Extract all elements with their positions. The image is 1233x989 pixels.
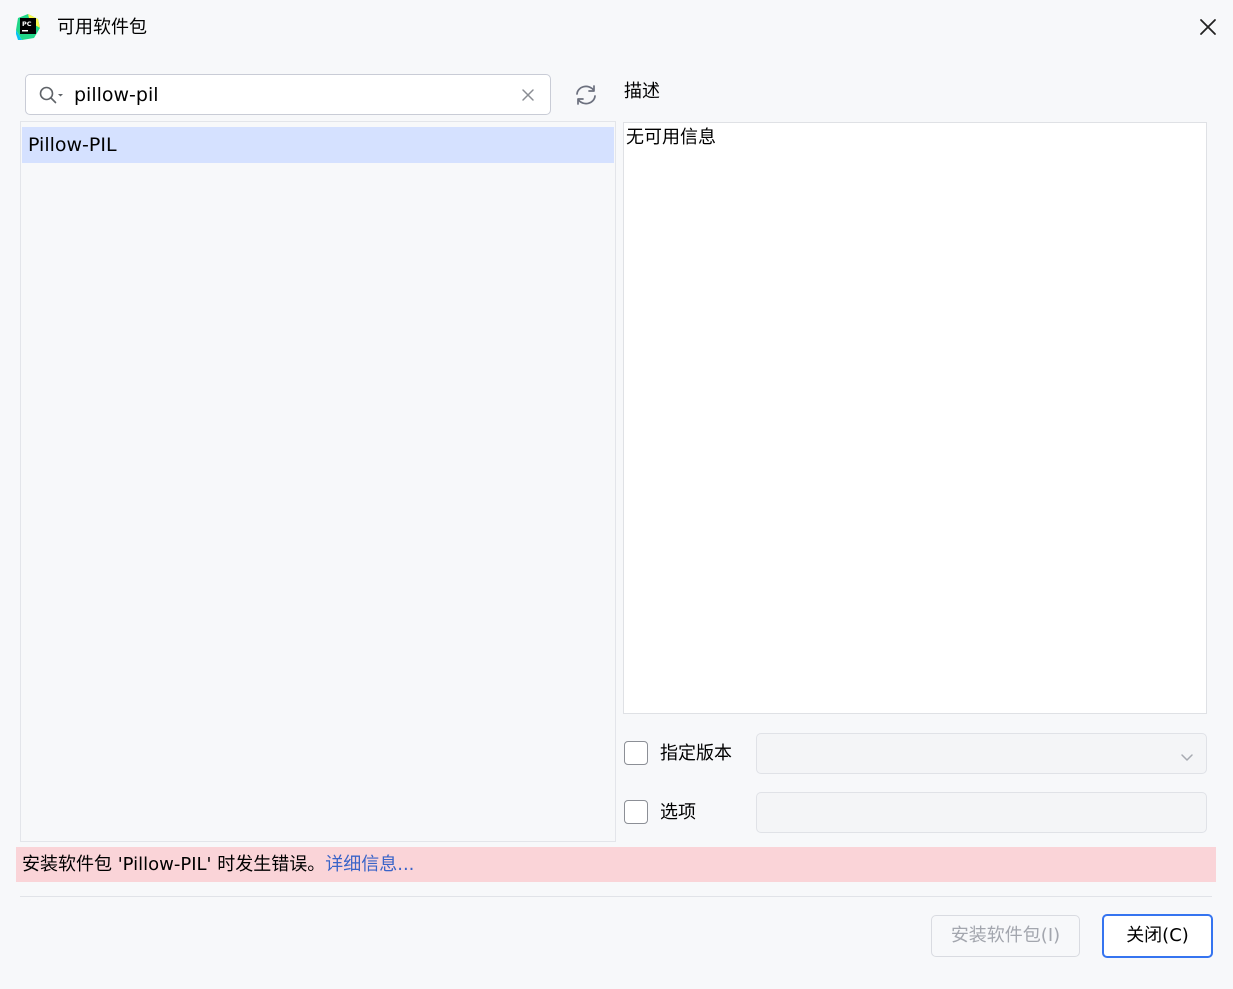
refresh-button[interactable] xyxy=(570,80,602,110)
specify-version-checkbox[interactable] xyxy=(624,741,648,765)
install-package-button[interactable]: 安装软件包(I) xyxy=(931,915,1080,957)
description-label: 描述 xyxy=(624,81,660,102)
search-icon[interactable] xyxy=(39,86,65,104)
divider xyxy=(20,896,1212,897)
chevron-down-icon xyxy=(1180,748,1194,761)
clear-search-button[interactable] xyxy=(520,87,536,103)
version-select[interactable] xyxy=(756,733,1207,774)
refresh-icon xyxy=(576,85,596,105)
window-title: 可用软件包 xyxy=(57,17,147,38)
error-message: 安装软件包 'Pillow-PIL' 时发生错误。详细信息... xyxy=(22,847,414,882)
error-banner: 安装软件包 'Pillow-PIL' 时发生错误。详细信息... xyxy=(16,847,1216,882)
close-icon xyxy=(1200,19,1216,35)
description-panel[interactable]: 无可用信息 xyxy=(623,122,1207,714)
description-text: 无可用信息 xyxy=(626,127,716,148)
options-input[interactable] xyxy=(756,792,1207,833)
svg-text:PC: PC xyxy=(22,20,32,28)
pycharm-logo-icon: PC xyxy=(16,14,40,40)
error-message-text: 安装软件包 'Pillow-PIL' 时发生错误。 xyxy=(22,854,326,875)
specify-version-label: 指定版本 xyxy=(660,743,732,764)
close-window-button[interactable] xyxy=(1192,12,1224,42)
clear-icon xyxy=(522,89,534,101)
options-label: 选项 xyxy=(660,802,696,823)
search-input[interactable] xyxy=(74,81,494,109)
package-list-item[interactable]: Pillow-PIL xyxy=(22,127,614,163)
package-list[interactable]: Pillow-PIL xyxy=(20,121,616,842)
close-button[interactable]: 关闭(C) xyxy=(1102,914,1213,958)
options-checkbox[interactable] xyxy=(624,800,648,824)
search-box[interactable] xyxy=(25,74,551,115)
error-details-link[interactable]: 详细信息... xyxy=(325,854,414,875)
